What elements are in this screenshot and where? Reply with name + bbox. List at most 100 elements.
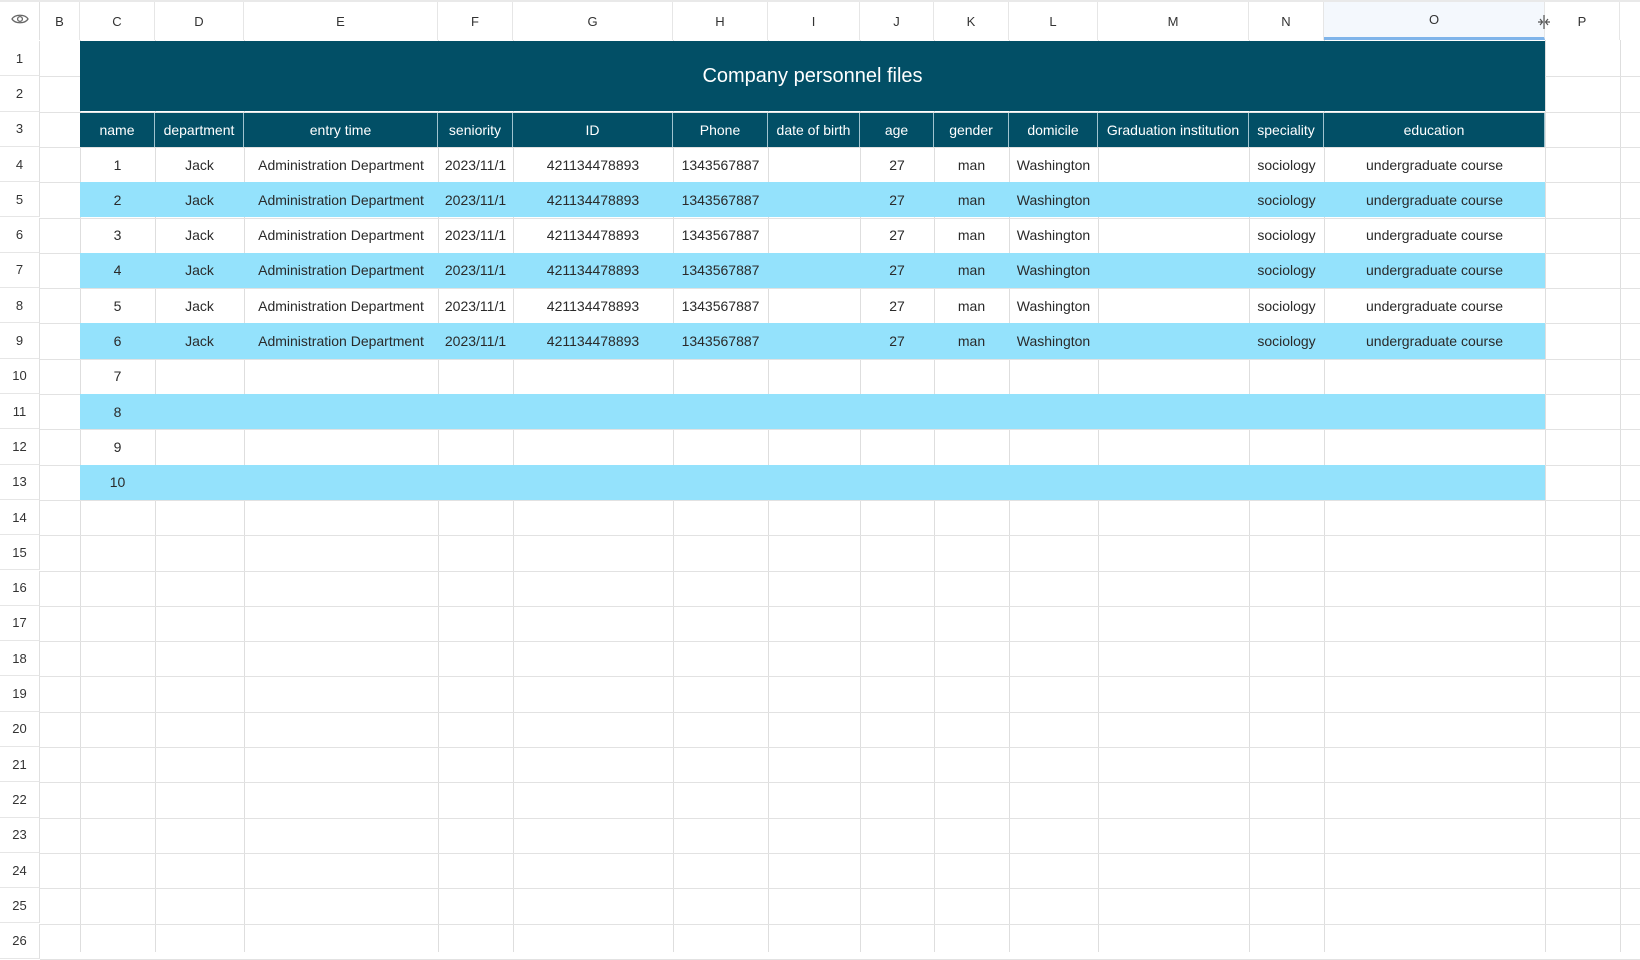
table-cell[interactable]: 27	[860, 288, 934, 323]
table-cell[interactable]: Jack	[155, 182, 244, 217]
table-cell[interactable]: Administration Department	[244, 253, 438, 288]
table-cell[interactable]: 2	[80, 182, 155, 217]
table-header-cell[interactable]: Phone	[673, 112, 768, 147]
table-cell[interactable]: man	[934, 288, 1009, 323]
table-cell[interactable]	[934, 359, 1009, 394]
table-cell[interactable]	[1249, 465, 1324, 500]
column-header-i[interactable]: I	[768, 2, 860, 40]
column-header-d[interactable]: D	[155, 2, 244, 40]
row-header-19[interactable]: 19	[0, 676, 40, 712]
table-cell[interactable]: 2023/11/1	[438, 182, 513, 217]
table-cell[interactable]	[1098, 429, 1249, 464]
table-cell[interactable]: 421134478893	[513, 323, 673, 358]
table-cell[interactable]	[1098, 218, 1249, 253]
row-header-10[interactable]: 10	[0, 358, 40, 394]
row-header-18[interactable]: 18	[0, 641, 40, 677]
table-cell[interactable]: 1343567887	[673, 147, 768, 182]
table-cell[interactable]	[438, 429, 513, 464]
table-cell[interactable]: 10	[80, 465, 155, 500]
table-cell[interactable]: 421134478893	[513, 218, 673, 253]
row-header-11[interactable]: 11	[0, 394, 40, 430]
row-header-9[interactable]: 9	[0, 323, 40, 359]
table-cell[interactable]	[860, 394, 934, 429]
table-cell[interactable]: Washington	[1009, 323, 1098, 358]
table-cell[interactable]: Jack	[155, 288, 244, 323]
table-cell[interactable]	[1009, 359, 1098, 394]
table-cell[interactable]	[1098, 182, 1249, 217]
table-cell[interactable]: sociology	[1249, 182, 1324, 217]
table-cell[interactable]: 5	[80, 288, 155, 323]
table-cell[interactable]	[1098, 323, 1249, 358]
table-cell[interactable]: 421134478893	[513, 253, 673, 288]
table-cell[interactable]: Administration Department	[244, 182, 438, 217]
row-header-8[interactable]: 8	[0, 288, 40, 324]
table-cell[interactable]	[1098, 253, 1249, 288]
table-cell[interactable]: 4	[80, 253, 155, 288]
table-cell[interactable]	[673, 359, 768, 394]
table-cell[interactable]: 2023/11/1	[438, 218, 513, 253]
table-cell[interactable]: undergraduate course	[1324, 288, 1545, 323]
table-cell[interactable]: 3	[80, 218, 155, 253]
table-cell[interactable]: sociology	[1249, 323, 1324, 358]
table-cell[interactable]: Washington	[1009, 253, 1098, 288]
table-cell[interactable]: Administration Department	[244, 218, 438, 253]
table-cell[interactable]	[1098, 465, 1249, 500]
table-cell[interactable]	[1098, 359, 1249, 394]
table-cell[interactable]: Washington	[1009, 147, 1098, 182]
column-header-j[interactable]: J	[860, 2, 934, 40]
table-header-cell[interactable]: Graduation institution	[1098, 112, 1249, 147]
table-cell[interactable]: sociology	[1249, 288, 1324, 323]
table-cell[interactable]: 1	[80, 147, 155, 182]
table-cell[interactable]: undergraduate course	[1324, 218, 1545, 253]
table-cell[interactable]	[673, 394, 768, 429]
table-cell[interactable]	[934, 429, 1009, 464]
table-cell[interactable]	[155, 465, 244, 500]
table-cell[interactable]: Washington	[1009, 288, 1098, 323]
table-cell[interactable]	[860, 465, 934, 500]
table-cell[interactable]: undergraduate course	[1324, 253, 1545, 288]
row-header-25[interactable]: 25	[0, 888, 40, 924]
table-cell[interactable]	[934, 465, 1009, 500]
table-cell[interactable]	[768, 147, 860, 182]
table-cell[interactable]	[1324, 394, 1545, 429]
table-cell[interactable]: 1343567887	[673, 253, 768, 288]
select-all-corner[interactable]	[0, 2, 40, 40]
table-cell[interactable]: Washington	[1009, 182, 1098, 217]
table-cell[interactable]: 2023/11/1	[438, 288, 513, 323]
table-cell[interactable]	[673, 429, 768, 464]
row-header-15[interactable]: 15	[0, 535, 40, 571]
table-header-cell[interactable]: name	[80, 112, 155, 147]
table-cell[interactable]: sociology	[1249, 218, 1324, 253]
column-resize-icon[interactable]	[1536, 14, 1552, 30]
column-header-g[interactable]: G	[513, 2, 673, 40]
table-cell[interactable]	[513, 394, 673, 429]
table-cell[interactable]: 27	[860, 253, 934, 288]
table-header-cell[interactable]: department	[155, 112, 244, 147]
table-cell[interactable]	[244, 429, 438, 464]
table-cell[interactable]: Jack	[155, 218, 244, 253]
row-header-12[interactable]: 12	[0, 429, 40, 465]
table-cell[interactable]	[1098, 147, 1249, 182]
table-cell[interactable]: Administration Department	[244, 147, 438, 182]
row-header-17[interactable]: 17	[0, 605, 40, 642]
table-cell[interactable]: man	[934, 147, 1009, 182]
table-cell[interactable]	[860, 359, 934, 394]
table-header-cell[interactable]: entry time	[244, 112, 438, 147]
row-header-1[interactable]: 1	[0, 41, 40, 77]
table-cell[interactable]	[768, 253, 860, 288]
table-cell[interactable]: undergraduate course	[1324, 323, 1545, 358]
table-cell[interactable]	[1098, 394, 1249, 429]
table-cell[interactable]: 27	[860, 218, 934, 253]
row-header-22[interactable]: 22	[0, 782, 40, 818]
table-header-cell[interactable]: gender	[934, 112, 1009, 147]
table-cell[interactable]	[1249, 429, 1324, 464]
table-cell[interactable]: 421134478893	[513, 147, 673, 182]
table-header-cell[interactable]: education	[1324, 112, 1545, 147]
column-header-m[interactable]: M	[1098, 2, 1249, 40]
table-cell[interactable]: 1343567887	[673, 288, 768, 323]
row-header-23[interactable]: 23	[0, 817, 40, 853]
table-cell[interactable]: 9	[80, 429, 155, 464]
table-cell[interactable]	[768, 465, 860, 500]
table-header-cell[interactable]: seniority	[438, 112, 513, 147]
table-cell[interactable]	[513, 429, 673, 464]
